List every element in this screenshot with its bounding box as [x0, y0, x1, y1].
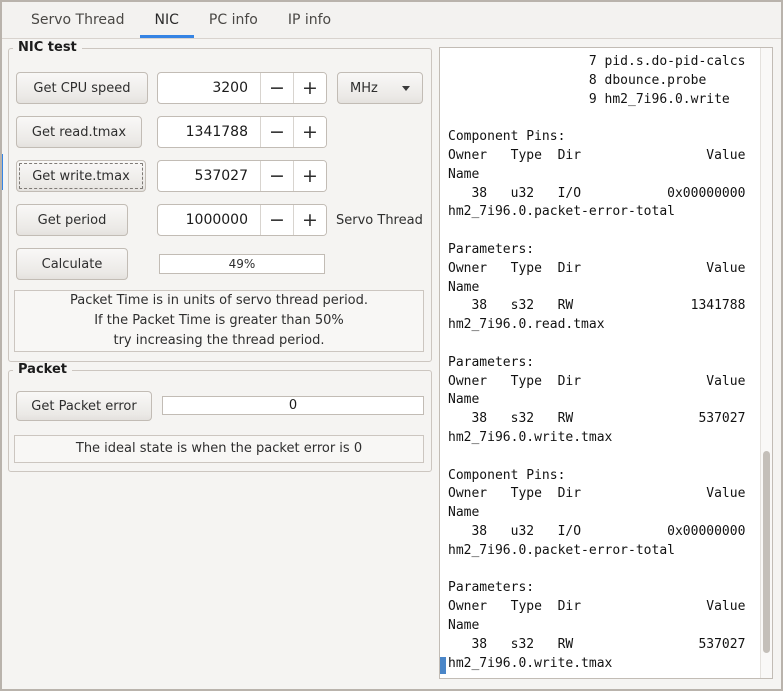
terminal-line: hm2_7i96.0.write.tmax	[448, 429, 613, 445]
plus-icon[interactable]: +	[293, 161, 326, 191]
terminal-line: Owner Type Dir Value	[448, 599, 746, 615]
tab-servo-thread[interactable]: Servo Thread	[16, 2, 140, 38]
terminal-line: 38 s32 RW 537027	[448, 636, 746, 652]
unit-dropdown[interactable]: MHz	[337, 72, 423, 104]
terminal-line: Name	[448, 166, 480, 182]
nic-test-frame-title: NIC test	[13, 40, 82, 55]
cpu-speed-value[interactable]: 3200	[158, 73, 260, 103]
calculate-button[interactable]: Calculate	[16, 248, 128, 280]
get-cpu-speed-button[interactable]: Get CPU speed	[16, 72, 148, 104]
plus-icon[interactable]: +	[293, 117, 326, 147]
minus-icon[interactable]: −	[260, 73, 293, 103]
period-spinbox: 1000000 − +	[157, 204, 327, 236]
terminal-line: Name	[448, 617, 480, 633]
terminal-line: Component Pins:	[448, 467, 566, 483]
write-tmax-value[interactable]: 537027	[158, 161, 260, 191]
terminal-line: Owner Type Dir Value	[448, 373, 746, 389]
period-row: Get period 1000000 − + Servo Thread	[16, 204, 424, 236]
tab-ip-info[interactable]: IP info	[273, 2, 346, 38]
unit-dropdown-value: MHz	[350, 80, 378, 96]
read-tmax-spinbox: 1341788 − +	[157, 116, 327, 148]
terminal-line: 38 u32 I/O 0x00000000	[448, 523, 746, 539]
write-tmax-row: Get write.tmax 537027 − +	[16, 160, 424, 192]
terminal-line: Owner Type Dir Value	[448, 260, 746, 276]
terminal-line: 38 s32 RW 537027	[448, 411, 746, 427]
cpu-speed-spinbox: 3200 − +	[157, 72, 327, 104]
read-tmax-value[interactable]: 1341788	[158, 117, 260, 147]
terminal-line: Owner Type Dir Value	[448, 486, 746, 502]
servo-thread-label: Servo Thread	[336, 212, 423, 228]
terminal-line: 7 pid.s.do-pid-calcs	[448, 54, 746, 69]
terminal-line: Name	[448, 392, 480, 408]
terminal-line: 9 hm2_7i96.0.write	[448, 91, 730, 107]
hal-output-panel[interactable]: 7 pid.s.do-pid-calcs 8 dbounce.probe 9 h…	[439, 47, 773, 679]
terminal-line: hm2_7i96.0.read.tmax	[448, 317, 605, 333]
scrollbar-track[interactable]	[760, 48, 772, 678]
scrollbar-thumb[interactable]	[763, 451, 770, 653]
read-tmax-row: Get read.tmax 1341788 − +	[16, 116, 424, 148]
minus-icon[interactable]: −	[260, 205, 293, 235]
plus-icon[interactable]: +	[293, 73, 326, 103]
terminal-line: Name	[448, 279, 480, 295]
get-write-tmax-button[interactable]: Get write.tmax	[16, 160, 146, 192]
calculate-row: Calculate 49%	[16, 248, 424, 280]
terminal-line: Owner Type Dir Value	[448, 147, 746, 163]
packet-note-box: The ideal state is when the packet error…	[14, 435, 424, 463]
get-read-tmax-button[interactable]: Get read.tmax	[16, 116, 142, 148]
packet-error-field[interactable]: 0	[162, 396, 424, 415]
cpu-speed-row: Get CPU speed 3200 − + MHz	[16, 72, 424, 104]
plus-icon[interactable]: +	[293, 205, 326, 235]
terminal-line: Parameters:	[448, 580, 535, 596]
terminal-line: hm2_7i96.0.write.tmax	[448, 655, 613, 671]
tab-pc-info[interactable]: PC info	[194, 2, 273, 38]
terminal-line: Parameters:	[448, 241, 535, 257]
terminal-line: Name	[448, 505, 480, 521]
chevron-down-icon	[402, 85, 410, 91]
terminal-line: 38 s32 RW 1341788	[448, 298, 746, 314]
get-period-button[interactable]: Get period	[16, 204, 128, 236]
packet-time-progressbar: 49%	[159, 254, 325, 274]
nic-note-line: try increasing the thread period.	[113, 333, 325, 348]
app-window: Servo Thread NIC PC info IP info NIC tes…	[0, 0, 783, 691]
tab-bar: Servo Thread NIC PC info IP info	[2, 2, 781, 39]
period-value[interactable]: 1000000	[158, 205, 260, 235]
nic-note-box: Packet Time is in units of servo thread …	[14, 290, 424, 352]
terminal-line: hm2_7i96.0.packet-error-total	[448, 204, 675, 220]
terminal-line: Component Pins:	[448, 129, 566, 145]
terminal-line: Parameters:	[448, 354, 535, 370]
minus-icon[interactable]: −	[260, 161, 293, 191]
terminal-line: 38 u32 I/O 0x00000000	[448, 185, 746, 201]
hal-output-text: 7 pid.s.do-pid-calcs 8 dbounce.probe 9 h…	[448, 53, 758, 676]
packet-frame-title: Packet	[13, 362, 72, 377]
nic-note-line: If the Packet Time is greater than 50%	[94, 313, 344, 328]
write-tmax-spinbox: 537027 − +	[157, 160, 327, 192]
text-cursor	[440, 657, 446, 674]
packet-error-row: Get Packet error 0	[16, 391, 424, 421]
get-packet-error-button[interactable]: Get Packet error	[16, 391, 152, 421]
packet-frame: Packet Get Packet error 0 The ideal stat…	[8, 362, 432, 472]
nic-note-line: Packet Time is in units of servo thread …	[69, 293, 369, 308]
terminal-line: 8 dbounce.probe	[448, 72, 707, 88]
terminal-line: hm2_7i96.0.packet-error-total	[448, 542, 675, 558]
minus-icon[interactable]: −	[260, 117, 293, 147]
nic-test-frame: NIC test Get CPU speed 3200 − + MHz Get …	[8, 40, 432, 362]
tab-nic[interactable]: NIC	[140, 2, 194, 38]
focus-indicator-bar	[2, 154, 3, 190]
